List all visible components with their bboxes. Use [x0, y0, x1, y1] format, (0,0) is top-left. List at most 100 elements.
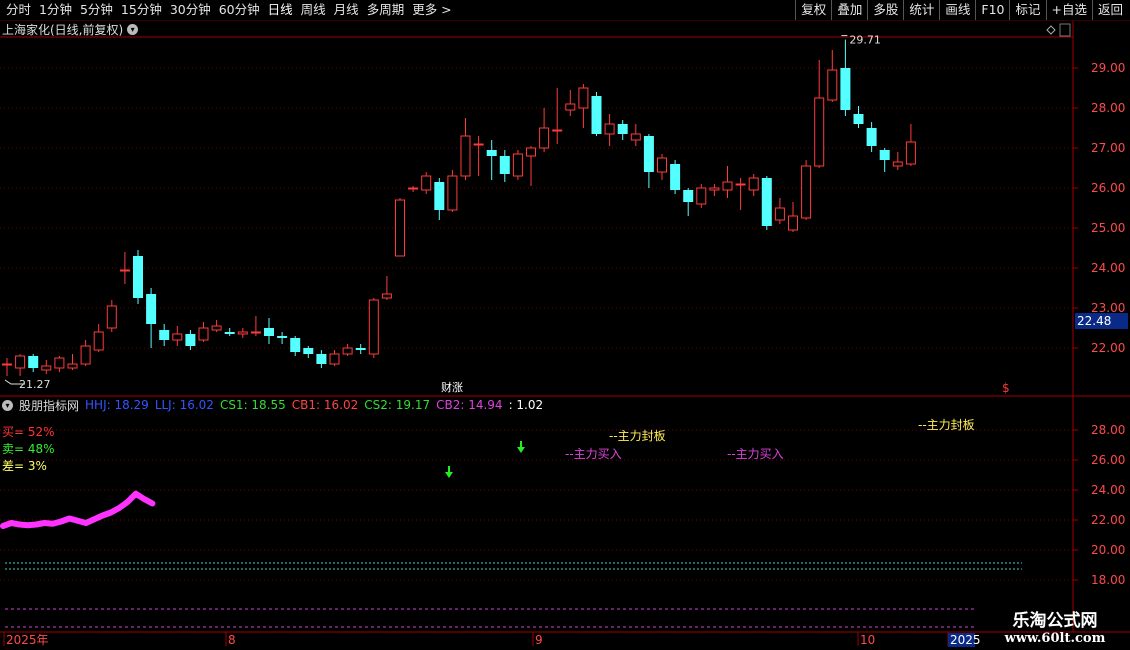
indicator-value-3: CB1: 16.02 — [291, 398, 359, 412]
tab-5[interactable]: 60分钟 — [215, 0, 264, 20]
candle-body — [879, 150, 890, 160]
indicator-stat-2: 差= 3% — [2, 459, 47, 473]
candle-body — [277, 336, 288, 338]
indicator-stat-1: 卖= 48% — [2, 442, 55, 456]
tool-button-7[interactable]: +自选 — [1045, 0, 1092, 20]
candle-body — [250, 331, 261, 334]
price-axis-label: 22.00 — [1091, 341, 1125, 355]
watermark-url: www.60lt.com — [1004, 631, 1106, 646]
kline-chart[interactable]: 29.0028.0027.0026.0025.0024.0023.0022.00… — [0, 0, 1130, 650]
high-price-label: 29.71 — [849, 34, 881, 47]
candle-body — [290, 338, 301, 352]
price-axis-label: 29.00 — [1091, 61, 1125, 75]
tool-button-8[interactable]: 返回 — [1091, 0, 1128, 20]
stock-title: 上海家化(日线,前复权) — [2, 22, 124, 37]
indicator-annotation-1: --主力买入 — [565, 447, 622, 461]
tab-6[interactable]: 日线 — [264, 0, 297, 20]
tab-9[interactable]: 多周期 — [363, 0, 409, 20]
candle-body — [93, 331, 104, 351]
tab-0[interactable]: 分时 — [2, 0, 35, 20]
tab-2[interactable]: 5分钟 — [76, 0, 117, 20]
tool-button-1[interactable]: 叠加 — [831, 0, 867, 20]
candle-body — [447, 175, 458, 211]
candle-body — [329, 353, 340, 365]
indicator-stat-0: 买= 52% — [2, 425, 55, 439]
candle-body — [709, 187, 720, 191]
time-axis-label: 10 — [860, 633, 875, 647]
indicator-axis-label: 26.00 — [1091, 453, 1125, 467]
candle-body — [814, 97, 825, 167]
candle-body — [552, 129, 563, 132]
candle-body — [133, 256, 143, 298]
candle-body — [316, 354, 327, 364]
period-tabs: 分时 1分钟 5分钟 15分钟 30分钟 60分钟 日线 周线 月线 多周期 更多 > — [2, 0, 456, 20]
candle-body — [421, 175, 432, 191]
event-label: 财涨 — [441, 380, 463, 394]
candle-body — [657, 157, 667, 173]
candle-body — [578, 87, 589, 109]
indicator-annotation-3: --主力封板 — [918, 418, 975, 432]
chevron-down-icon[interactable]: ▾ — [127, 23, 139, 35]
main-chart-title: 上海家化(日线,前复权) ▾ — [2, 21, 139, 37]
tab-4[interactable]: 30分钟 — [166, 0, 215, 20]
candle-body — [106, 305, 117, 329]
candle-body — [159, 330, 170, 340]
candle-body — [434, 182, 445, 210]
candle-body — [683, 190, 694, 202]
tab-10[interactable]: 更多 > — [408, 0, 455, 20]
indicator-name[interactable]: 股朋指标网 — [19, 397, 79, 414]
tab-1[interactable]: 1分钟 — [35, 0, 76, 20]
tool-button-0[interactable]: 复权 — [795, 0, 831, 20]
chevron-down-icon[interactable]: ▾ — [2, 399, 13, 411]
indicator-value-6: : 1.02 — [508, 398, 544, 412]
candle-body — [303, 348, 314, 354]
price-axis-label: 25.00 — [1091, 221, 1125, 235]
candle-body — [722, 181, 733, 191]
green-down-arrow-head — [517, 447, 525, 453]
tab-8[interactable]: 月线 — [330, 0, 363, 20]
candle-body — [565, 103, 576, 111]
candle-body — [172, 333, 183, 341]
candle-body — [381, 293, 392, 299]
candle-body — [604, 123, 615, 135]
scroll-box — [1059, 23, 1071, 37]
indicator-value-5: CB2: 14.94 — [436, 398, 503, 412]
price-axis-label: 28.00 — [1091, 101, 1125, 115]
candle-body — [67, 363, 78, 369]
time-axis-label: 8 — [228, 633, 236, 647]
candle-body — [643, 136, 654, 172]
candle-body — [905, 141, 916, 165]
candle-body — [748, 177, 759, 191]
candle-body — [670, 164, 681, 190]
tool-button-5[interactable]: F10 — [975, 0, 1009, 20]
candle-body — [211, 325, 222, 331]
price-axis-label: 27.00 — [1091, 141, 1125, 155]
candle-body — [237, 331, 248, 335]
candle-body — [866, 128, 877, 146]
candle-body — [460, 135, 471, 177]
candle-body — [774, 207, 785, 221]
indicator-axis-label: 24.00 — [1091, 483, 1125, 497]
indicator-value-4: CS2: 19.17 — [364, 398, 431, 412]
time-axis-label: 2025年 — [6, 633, 49, 647]
indicator-values: HHJ: 18.29 LLJ: 16.02 CS1: 18.55 CB1: 16.02… — [85, 398, 543, 412]
tab-3[interactable]: 15分钟 — [117, 0, 166, 20]
candle-body — [342, 347, 353, 355]
indicator-annotation-2: --主力买入 — [727, 447, 784, 461]
candle-body — [526, 147, 536, 157]
tool-button-3[interactable]: 统计 — [903, 0, 939, 20]
tab-7[interactable]: 周线 — [297, 0, 330, 20]
indicator-value-0: HHJ: 18.29 — [85, 398, 149, 412]
candle-body — [28, 356, 39, 368]
tool-button-6[interactable]: 标记 — [1009, 0, 1045, 20]
candle-body — [80, 345, 91, 365]
tool-button-4[interactable]: 画线 — [939, 0, 975, 20]
candle-body — [853, 114, 864, 124]
candle-body — [499, 156, 510, 174]
candle-body — [892, 161, 903, 167]
candle-body — [696, 187, 707, 205]
tool-button-2[interactable]: 多股 — [867, 0, 903, 20]
tool-buttons: 复权 叠加 多股 统计 画线 F10 标记 +自选 返回 — [795, 0, 1128, 20]
indicator-axis-label: 22.00 — [1091, 513, 1125, 527]
candle-body — [827, 69, 838, 101]
